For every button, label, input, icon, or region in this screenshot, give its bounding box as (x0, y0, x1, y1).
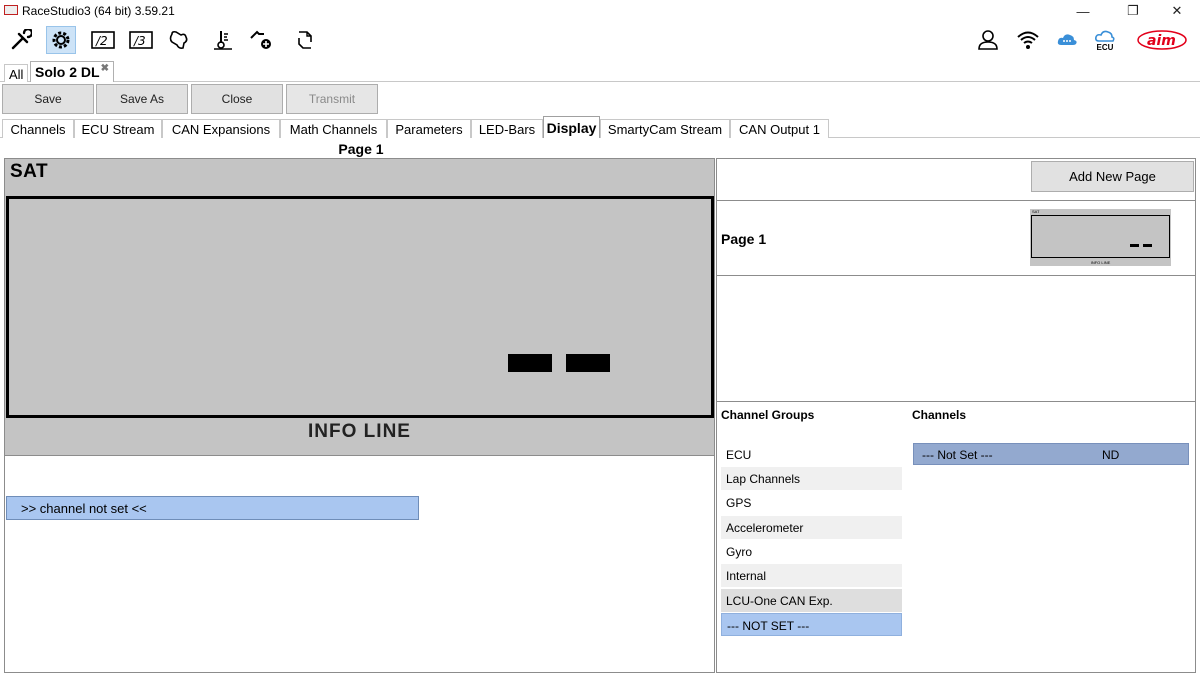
group-item-gyro[interactable]: Gyro (721, 540, 902, 563)
tab-all[interactable]: All (4, 64, 29, 82)
value-dash (508, 354, 552, 372)
group-item-lap-channels[interactable]: Lap Channels (721, 467, 902, 490)
close-tab-icon[interactable]: ✖ (101, 63, 109, 74)
group-item-internal[interactable]: Internal (721, 564, 902, 587)
gear-icon[interactable] (46, 26, 76, 54)
thumb-value-box (1031, 215, 1170, 258)
ecu-icon[interactable]: ECU (1090, 26, 1120, 54)
tab-parameters[interactable]: Parameters (387, 119, 471, 138)
save-button[interactable]: Save (2, 84, 94, 114)
ecu-label: ECU (1096, 42, 1114, 52)
logo-text: aim (1147, 33, 1176, 49)
tab-ecu-stream[interactable]: ECU Stream (74, 119, 162, 138)
divider (5, 455, 714, 456)
display-preview[interactable]: SAT INFO LINE (5, 159, 714, 455)
group-item-not-set[interactable]: --- NOT SET --- (721, 613, 902, 636)
channel-row[interactable]: --- Not Set --- ND (913, 443, 1189, 465)
wrench-icon[interactable] (6, 26, 36, 54)
tab-channels[interactable]: Channels (2, 119, 74, 138)
thumb-dash (1143, 244, 1152, 247)
thumb-sat-label: SAT (1032, 209, 1040, 214)
page-item-label: Page 1 (721, 231, 767, 247)
value-dash (566, 354, 610, 372)
wifi-icon[interactable] (1013, 26, 1043, 54)
tab-math-channels[interactable]: Math Channels (280, 119, 387, 138)
group-item-accelerometer[interactable]: Accelerometer (721, 516, 902, 539)
close-window-button[interactable]: ✕ (1154, 0, 1200, 22)
display-editor: SAT INFO LINE >> channel not set << (4, 158, 715, 673)
user-icon[interactable] (973, 26, 1003, 54)
add-new-page-button[interactable]: Add New Page (1031, 161, 1194, 192)
add-device-icon[interactable] (246, 26, 276, 54)
aim-logo: aim (1136, 26, 1188, 54)
channel-value: ND (1102, 448, 1120, 462)
right-panel: Add New Page Page 1 SAT INFO LINE Channe… (716, 158, 1196, 673)
thumb-dash (1130, 244, 1139, 247)
track-icon[interactable] (164, 26, 194, 54)
config-v3-icon[interactable]: /3 (126, 26, 156, 54)
page-title: Page 1 (338, 141, 384, 157)
tab-device[interactable]: Solo 2 DL ✖ (30, 61, 114, 82)
app-icon (4, 5, 18, 15)
device-tab-label: Solo 2 DL (35, 64, 100, 80)
tab-can-expansions[interactable]: CAN Expansions (162, 119, 280, 138)
channel-slot[interactable]: >> channel not set << (6, 496, 419, 520)
tab-smartycam-stream[interactable]: SmartyCam Stream (600, 119, 730, 138)
group-item-ecu[interactable]: ECU (721, 443, 902, 466)
channel-groups-header: Channel Groups (721, 408, 815, 422)
info-line[interactable]: INFO LINE (5, 421, 714, 443)
tab-display[interactable]: Display (543, 116, 600, 138)
main-value-field[interactable] (6, 196, 714, 418)
tab-can-output-1[interactable]: CAN Output 1 (730, 119, 829, 138)
close-button[interactable]: Close (191, 84, 283, 114)
main-toolbar: /2 /3 ECU aim (0, 22, 1200, 60)
channels-header: Channels (912, 408, 967, 422)
sat-label[interactable]: SAT (10, 161, 48, 183)
svg-text:/2: /2 (95, 34, 108, 48)
restore-button[interactable]: ❐ (1110, 0, 1156, 22)
device-tab-bar: All Solo 2 DL ✖ (0, 60, 1200, 82)
group-item-gps[interactable]: GPS (721, 491, 902, 514)
config-v2-icon[interactable]: /2 (88, 26, 118, 54)
divider (717, 401, 1195, 402)
channel-name: --- Not Set --- (922, 448, 993, 462)
group-item-lcu-one[interactable]: LCU-One CAN Exp. (721, 589, 902, 612)
temperature-icon[interactable] (208, 26, 238, 54)
transmit-button[interactable]: Transmit (286, 84, 378, 114)
transfer-icon[interactable] (290, 26, 320, 54)
save-as-button[interactable]: Save As (96, 84, 188, 114)
page-list-item[interactable]: Page 1 SAT INFO LINE (717, 200, 1195, 276)
thumb-info-label: INFO LINE (1090, 260, 1111, 265)
section-tab-bar: Channels ECU Stream CAN Expansions Math … (0, 116, 1200, 138)
page-thumbnail[interactable]: SAT INFO LINE (1030, 209, 1171, 266)
cloud-icon[interactable] (1052, 26, 1082, 54)
action-bar: Save Save As Close Transmit (0, 83, 1200, 115)
window-title: RaceStudio3 (64 bit) 3.59.21 (22, 4, 175, 18)
svg-text:/3: /3 (133, 34, 146, 48)
minimize-button[interactable]: — (1060, 0, 1106, 22)
title-bar: RaceStudio3 (64 bit) 3.59.21 — ❐ ✕ (0, 0, 1200, 22)
tab-led-bars[interactable]: LED-Bars (471, 119, 543, 138)
